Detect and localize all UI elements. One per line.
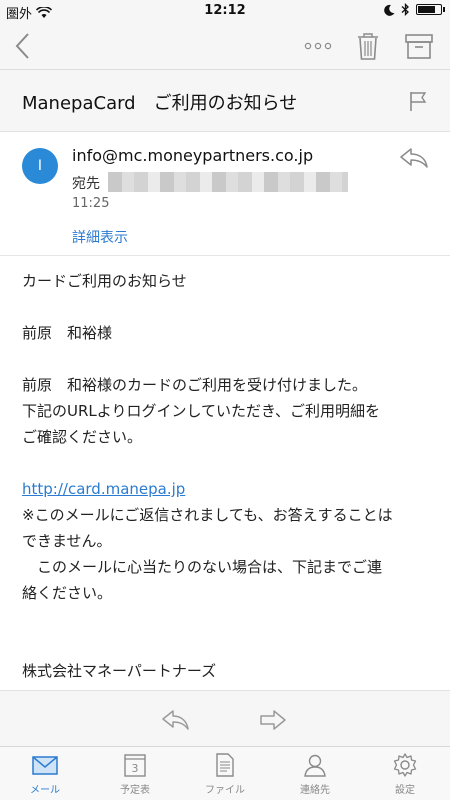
moon-icon <box>384 4 395 16</box>
recipient-redacted <box>108 172 348 192</box>
body-link[interactable]: http://card.manepa.jp <box>22 480 185 498</box>
tab-bar: メール 3 予定表 ファイル 連絡先 設定 <box>0 746 450 800</box>
details-link[interactable]: 詳細表示 <box>72 227 128 247</box>
tab-label: 連絡先 <box>300 785 330 796</box>
file-icon <box>216 753 234 777</box>
company-name: 株式会社マネーパートナーズ <box>22 662 217 680</box>
sent-time: 11:25 <box>72 196 110 211</box>
tab-label: メール <box>30 785 60 796</box>
sender-header: I info@mc.moneypartners.co.jp 宛先 11:25 詳… <box>0 132 450 256</box>
body-line: 下記のURLよりログインしていただき、ご利用明細を <box>22 402 380 420</box>
email-detail-screen: 圏外 12:12 ManepaCard ご利用のお知らせ I info@mc.m… <box>0 0 450 800</box>
flag-icon[interactable] <box>407 90 429 112</box>
status-time: 12:12 <box>204 3 246 18</box>
contact-icon <box>304 754 326 777</box>
trash-icon[interactable] <box>355 30 381 62</box>
mail-icon <box>32 756 58 775</box>
tab-label: 予定表 <box>120 785 150 796</box>
body-line: ご確認ください。 <box>22 428 143 446</box>
tab-label: 設定 <box>395 785 415 796</box>
tab-calendar[interactable]: 3 予定表 <box>90 751 180 799</box>
tab-files[interactable]: ファイル <box>180 751 270 799</box>
body-line: できません。 <box>22 532 112 550</box>
body-line: 絡ください。 <box>22 584 113 602</box>
status-right <box>384 3 445 16</box>
sender-email[interactable]: info@mc.moneypartners.co.jp <box>72 146 313 165</box>
tab-settings[interactable]: 設定 <box>360 751 450 799</box>
nav-bar <box>0 22 450 70</box>
body-line: 前原 和裕様 <box>22 324 113 342</box>
body-line: このメールに心当たりのない場合は、下記までご連 <box>22 558 383 576</box>
reply-icon[interactable] <box>398 146 430 170</box>
body-line: ※このメールにご返信されましても、お答えすることは <box>22 506 393 524</box>
battery-level <box>418 6 435 13</box>
tab-contacts[interactable]: 連絡先 <box>270 751 360 799</box>
status-bar: 圏外 12:12 <box>0 0 450 22</box>
calendar-day: 3 <box>132 762 139 775</box>
subject-bar: ManepaCard ご利用のお知らせ <box>0 70 450 132</box>
tab-mail[interactable]: メール <box>0 751 90 799</box>
avatar: I <box>22 148 58 184</box>
body-line: 前原 和裕様のカードのご利用を受け付けました。 <box>22 376 368 394</box>
reply-icon[interactable] <box>161 709 191 731</box>
back-icon[interactable] <box>10 30 36 62</box>
email-body: カードご利用のお知らせ 前原 和裕様 前原 和裕様のカードのご利用を受け付けまし… <box>22 268 432 684</box>
bluetooth-icon <box>401 3 409 16</box>
body-line: カードご利用のお知らせ <box>22 272 187 290</box>
email-subject: ManepaCard ご利用のお知らせ <box>22 93 298 114</box>
battery-icon <box>416 4 445 15</box>
more-icon[interactable] <box>300 32 336 60</box>
reply-forward-bar <box>0 690 450 746</box>
recipient-label: 宛先 <box>72 176 100 192</box>
tab-label: ファイル <box>205 785 245 796</box>
gear-icon <box>393 753 417 777</box>
archive-icon[interactable] <box>404 30 434 62</box>
calendar-icon: 3 <box>124 754 146 777</box>
forward-icon[interactable] <box>258 709 288 731</box>
